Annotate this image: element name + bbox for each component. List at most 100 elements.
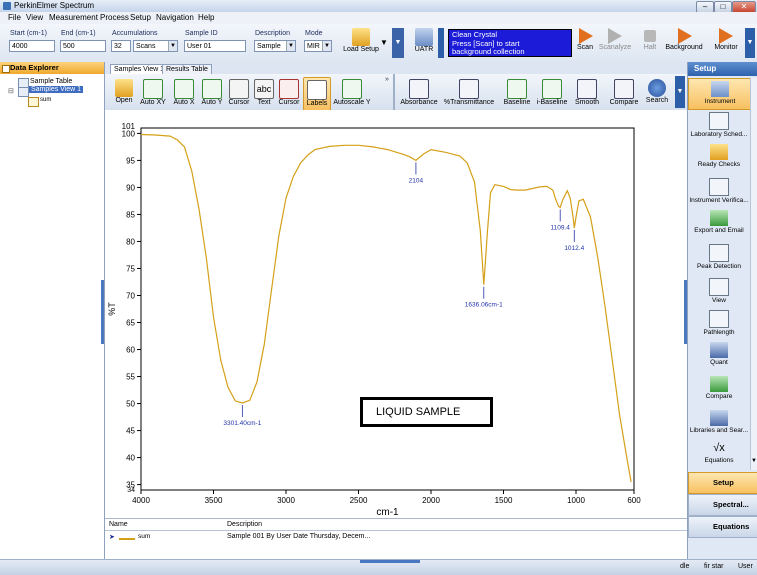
halt-button[interactable]: Halt [638, 28, 662, 51]
setup-item-compare[interactable]: Compare [688, 376, 750, 400]
cursor-label: Cursor [228, 99, 250, 106]
overflow-chevron-icon[interactable]: » [385, 76, 389, 83]
end-label: End (cm-1) [61, 30, 96, 37]
setup-nav-button[interactable]: Setup [688, 472, 757, 494]
equations-nav-label: Equations [713, 522, 750, 531]
search-button[interactable]: Search [643, 79, 671, 104]
y-tick-label: 85 [126, 210, 135, 219]
cursor-pair-button[interactable]: Cursor [277, 79, 301, 106]
setup-item-libraries-search[interactable]: Libraries and Sear... [688, 410, 750, 434]
transmittance-button[interactable]: %Transmittance [443, 79, 495, 106]
view-toolbar: Open Auto XY Auto X Auto Y Cursor abc Tex… [105, 74, 687, 111]
status-idle: dle [680, 563, 690, 570]
autoscale-y-button[interactable]: Autoscale Y [332, 79, 372, 106]
collapse-actions-button[interactable]: ▼ [745, 28, 755, 58]
menu-navigation[interactable]: Navigation [156, 13, 194, 22]
setup-item-instrument[interactable]: Instrument [688, 78, 752, 110]
data-explorer-panel: Data Explorer Sample Table ⊟ Samples Vie… [0, 62, 105, 559]
equations-nav-button[interactable]: Equations [688, 516, 757, 538]
pin-icon[interactable] [2, 65, 10, 73]
accumulations-unit-select[interactable]: Scans ▼ [133, 40, 178, 52]
menu-setup[interactable]: Setup [130, 13, 151, 22]
absorbance-button[interactable]: Absorbance [399, 79, 439, 106]
tree-item-sample-table[interactable]: Sample Table [30, 78, 72, 85]
auto-xy-label: Auto XY [140, 99, 166, 106]
spectral-nav-button[interactable]: Spectral... [688, 494, 757, 516]
description-label: Description [255, 30, 291, 37]
equation-icon: √x [713, 442, 725, 454]
load-setup-dropdown[interactable]: ▼ [380, 38, 388, 47]
y-tick-label: 50 [126, 400, 135, 409]
setup-scrollbar[interactable]: ▼ [750, 78, 757, 470]
explorer-splitter-handle[interactable] [101, 280, 104, 344]
setup-item-peak-detection[interactable]: Peak Detection [688, 244, 750, 270]
description-select[interactable]: Sample ▼ [254, 40, 296, 52]
load-setup-button[interactable]: Load Setup [340, 28, 382, 53]
setup-item-instrument-verification[interactable]: Instrument Verifica... [688, 178, 750, 204]
bottom-splitter-handle[interactable] [360, 560, 420, 563]
tree-item-samples-view[interactable]: Samples View 1 [29, 86, 84, 93]
text-button[interactable]: abc Text [253, 79, 275, 106]
baseline-button[interactable]: Baseline [501, 79, 533, 106]
open-button[interactable]: Open [113, 79, 135, 104]
expand-collapse-icon[interactable]: ⊟ [8, 87, 14, 95]
title-bar: PerkinElmer Spectrum – □ ✕ [0, 0, 757, 13]
menu-help[interactable]: Help [198, 13, 214, 22]
background-play-icon [678, 28, 692, 44]
y-tick-label: 40 [126, 454, 135, 463]
scan-button[interactable]: Scan [574, 28, 596, 51]
menu-view[interactable]: View [26, 13, 43, 22]
menu-measurement[interactable]: Measurement [49, 13, 98, 22]
sample-id-field[interactable]: User 01 [184, 40, 246, 52]
mode-select[interactable]: MIR ▼ [304, 40, 332, 52]
setup-item-label: View [712, 297, 726, 304]
setup-item-ready-checks[interactable]: Ready Checks [688, 144, 750, 168]
monitor-button[interactable]: Monitor [708, 28, 744, 51]
collapse-toolbar-button[interactable]: ▼ [392, 28, 404, 58]
smooth-button[interactable]: Smooth [572, 79, 602, 106]
start-field[interactable]: 4000 [9, 40, 55, 52]
menu-file[interactable]: File [8, 13, 21, 22]
collapse-view-toolbar-button[interactable]: ▼ [675, 76, 685, 108]
auto-xy-button[interactable]: Auto XY [138, 79, 168, 106]
start-label: Start (cm-1) [10, 30, 47, 37]
end-field[interactable]: 500 [60, 40, 106, 52]
setup-item-pathlength[interactable]: Pathlength [688, 310, 750, 336]
spectral-nav-label: Spectral... [713, 500, 749, 509]
series-line-sum [140, 133, 632, 483]
background-label: Background [665, 44, 703, 51]
menu-process[interactable]: Process [100, 13, 129, 22]
tree-item-sum[interactable]: sum [40, 97, 51, 103]
autoscale-y-icon [342, 79, 362, 99]
background-button[interactable]: Background [664, 28, 704, 51]
transmittance-icon [459, 79, 479, 99]
smooth-label: Smooth [574, 99, 600, 106]
sample-id-label: Sample ID [185, 30, 218, 37]
labels-button[interactable]: Labels [303, 77, 331, 111]
auto-x-button[interactable]: Auto X [171, 79, 197, 106]
setup-item-label: Laboratory Sched... [690, 131, 748, 138]
view-icon [18, 87, 29, 97]
description-value: Sample [257, 43, 281, 50]
accumulations-label: Accumulations [112, 30, 158, 37]
cursor-button[interactable]: Cursor [227, 79, 251, 106]
compare-button[interactable]: Compare [607, 79, 641, 106]
setup-item-label: Export and Email [694, 227, 744, 234]
scanalyze-button[interactable]: Scanalyze [596, 28, 634, 51]
setup-item-quant[interactable]: Quant [688, 342, 750, 366]
setup-item-export-email[interactable]: Export and Email [688, 210, 750, 234]
spectrum-chart[interactable]: 4000 3500 3000 2500 2000 1500 1000 600100959085… [105, 110, 687, 518]
mode-label: Mode [305, 30, 323, 37]
spectrum-plot-area[interactable]: 4000 3500 3000 2500 2000 1500 1000 600 100 95 90 85… [105, 110, 687, 518]
scroll-down-icon[interactable]: ▼ [751, 458, 757, 464]
setup-item-laboratory-schedule[interactable]: Laboratory Sched... [688, 112, 750, 138]
setup-item-equations[interactable]: √x Equations [688, 440, 750, 464]
accumulations-field[interactable]: 32 [111, 40, 131, 52]
folder-icon [352, 28, 370, 46]
setup-item-view[interactable]: View [688, 278, 750, 304]
absorbance-label: Absorbance [400, 99, 438, 106]
i-baseline-button[interactable]: i-Baseline [535, 79, 569, 106]
uatr-button[interactable]: UATR [410, 28, 438, 53]
legend-row[interactable]: ➤ sum Sample 001 By User Date Thursday, … [105, 531, 687, 545]
auto-y-button[interactable]: Auto Y [199, 79, 225, 106]
